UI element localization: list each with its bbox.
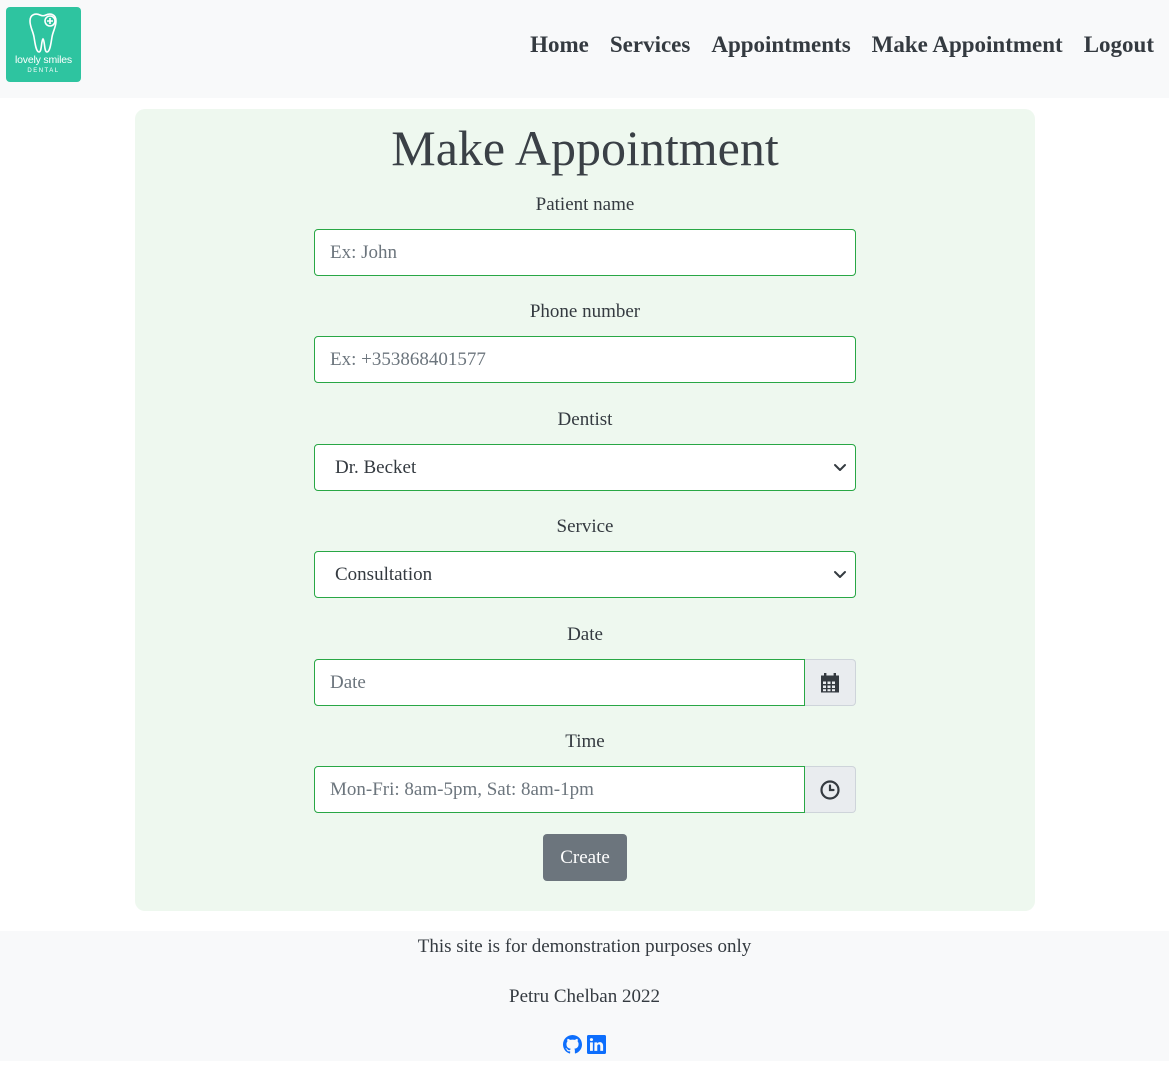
create-button[interactable]: Create <box>543 834 627 881</box>
calendar-icon <box>821 673 839 693</box>
service-selected-value: Consultation <box>335 564 433 585</box>
patient-name-label: Patient name <box>535 194 635 215</box>
navbar: lovely smiles DENTAL Home Services Appoi… <box>0 0 1169 98</box>
phone-label: Phone number <box>529 301 641 322</box>
nav-make-appointment[interactable]: Make Appointment <box>872 30 1063 60</box>
footer-disclaimer: This site is for demonstration purposes … <box>417 936 752 957</box>
chevron-down-icon <box>834 571 846 578</box>
service-label: Service <box>556 516 614 537</box>
linkedin-icon[interactable] <box>587 1035 606 1054</box>
time-input[interactable] <box>314 766 805 813</box>
appointment-form-card: Make Appointment Patient name Phone numb… <box>135 109 1035 911</box>
time-label: Time <box>565 731 605 752</box>
footer: This site is for demonstration purposes … <box>0 931 1169 1061</box>
nav-home[interactable]: Home <box>530 30 589 60</box>
patient-name-input[interactable] <box>314 229 856 276</box>
logo-subtext: DENTAL <box>27 68 60 74</box>
footer-credit: Petru Chelban 2022 <box>509 986 660 1007</box>
dentist-select[interactable]: Dr. Becket <box>314 444 856 491</box>
phone-input[interactable] <box>314 336 856 383</box>
github-icon[interactable] <box>563 1035 582 1054</box>
time-picker-button[interactable] <box>805 766 856 813</box>
dentist-selected-value: Dr. Becket <box>335 457 417 478</box>
clock-icon <box>820 780 840 800</box>
main-nav: Home Services Appointments Make Appointm… <box>530 30 1154 60</box>
dentist-label: Dentist <box>557 409 613 430</box>
brand-logo[interactable]: lovely smiles DENTAL <box>6 7 81 82</box>
nav-appointments[interactable]: Appointments <box>711 30 850 60</box>
date-input[interactable] <box>314 659 805 706</box>
logo-text: lovely smiles <box>15 54 72 66</box>
tooth-icon <box>29 13 57 53</box>
social-links <box>563 1035 606 1054</box>
date-label: Date <box>567 624 603 645</box>
service-select[interactable]: Consultation <box>314 551 856 598</box>
chevron-down-icon <box>834 464 846 471</box>
nav-logout[interactable]: Logout <box>1084 30 1154 60</box>
page-title: Make Appointment <box>391 120 779 176</box>
nav-services[interactable]: Services <box>610 30 690 60</box>
date-picker-button[interactable] <box>805 659 856 706</box>
